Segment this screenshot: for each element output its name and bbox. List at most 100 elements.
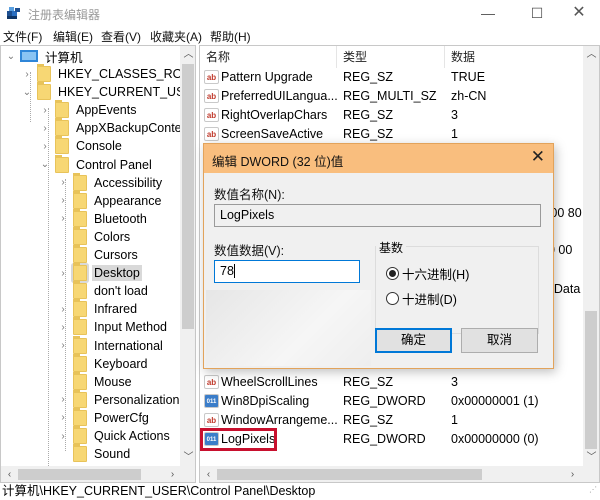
tree-item[interactable]: Sound: [57, 444, 132, 463]
tree-item[interactable]: › Infrared: [57, 299, 139, 318]
ok-button[interactable]: 确定: [375, 328, 452, 353]
maximize-button[interactable]: ☐: [514, 0, 560, 27]
tree-item[interactable]: › Appearance: [57, 190, 163, 210]
radio-decimal[interactable]: 十进制(D): [386, 289, 457, 308]
tree-item[interactable]: Keyboard: [57, 353, 150, 373]
tree-item-label: Quick Actions: [94, 429, 170, 443]
tree-scroll-thumb[interactable]: [182, 64, 194, 329]
tree-item-label: HKEY_CLASSES_ROOT: [58, 67, 196, 81]
value-type: REG_SZ: [343, 413, 394, 427]
tree-item[interactable]: › Input Method: [57, 317, 169, 336]
radio-checked-icon[interactable]: [386, 267, 399, 280]
tree-item[interactable]: Colors: [57, 226, 132, 246]
value-row[interactable]: ab WheelScrollLines REG_SZ 3: [204, 373, 564, 392]
tree-item-label: HKEY_CURRENT_USER: [58, 85, 196, 100]
tree-horizontal-scrollbar[interactable]: ‹ ›: [1, 466, 195, 482]
chevron-right-icon[interactable]: ›: [57, 431, 69, 442]
value-data-label: 数值数据(V):: [214, 244, 285, 258]
value-data-input[interactable]: 78: [214, 260, 360, 283]
radio-unchecked-icon[interactable]: [386, 292, 399, 305]
reg-sz-icon: ab: [204, 127, 219, 141]
column-divider[interactable]: [336, 46, 337, 68]
chevron-right-icon[interactable]: ›: [57, 412, 69, 423]
tree-item[interactable]: › Bluetooth: [57, 208, 149, 228]
tree-item[interactable]: Cursors: [57, 245, 140, 264]
tree-item[interactable]: › International: [57, 335, 165, 355]
menu-file[interactable]: 文件(F): [3, 28, 42, 45]
scroll-left-arrow-icon[interactable]: ‹: [1, 466, 18, 482]
scroll-down-arrow-icon[interactable]: ﹀: [180, 449, 195, 466]
value-data: 0x00000001 (1): [451, 394, 539, 408]
column-header-type[interactable]: 类型: [343, 46, 367, 68]
chevron-right-icon[interactable]: ›: [39, 123, 51, 134]
scroll-up-arrow-icon[interactable]: ︿: [583, 46, 599, 63]
value-row[interactable]: ab PreferredUILangua... REG_MULTI_SZ zh-CN: [204, 87, 564, 106]
text-caret: [233, 264, 235, 278]
cancel-button[interactable]: 取消: [461, 328, 538, 353]
dialog-title-bar[interactable]: 编辑 DWORD (32 位)值 ✕: [204, 144, 553, 173]
list-horizontal-scrollbar[interactable]: ‹ ›: [200, 466, 599, 482]
chevron-right-icon[interactable]: ›: [21, 69, 33, 80]
tree-item-computer[interactable]: ⌄ 计算机: [5, 47, 85, 65]
list-vertical-scrollbar[interactable]: ︿ ﹀: [583, 46, 599, 466]
chevron-right-icon[interactable]: ›: [39, 105, 51, 116]
tree-item[interactable]: › Console: [39, 136, 124, 155]
scroll-right-arrow-icon[interactable]: ›: [564, 466, 581, 482]
tree-item[interactable]: › Quick Actions: [57, 426, 172, 445]
tree-item[interactable]: ⌄ HKEY_CURRENT_USER: [21, 82, 196, 101]
chevron-down-icon[interactable]: ⌄: [5, 51, 17, 62]
tree-item[interactable]: › Personalization: [57, 389, 181, 409]
list-scroll-thumb[interactable]: [585, 311, 597, 449]
tree-item[interactable]: › AppEvents: [39, 100, 138, 119]
chevron-down-icon[interactable]: ⌄: [21, 87, 33, 98]
tree-item[interactable]: › HKEY_CLASSES_ROOT: [21, 64, 196, 83]
value-data: 1: [451, 127, 458, 141]
chevron-right-icon[interactable]: ›: [57, 177, 69, 188]
menu-favorites[interactable]: 收藏夹(A): [150, 28, 202, 45]
chevron-right-icon[interactable]: ›: [39, 141, 51, 152]
base-group-label: 基数: [376, 239, 407, 256]
tree-item[interactable]: › PowerCfg: [57, 407, 151, 427]
scroll-up-arrow-icon[interactable]: ︿: [180, 46, 195, 63]
scroll-down-arrow-icon[interactable]: ﹀: [583, 449, 599, 466]
tree-item[interactable]: › AppXBackupConter: [39, 118, 188, 137]
folder-icon: [73, 407, 87, 426]
value-row[interactable]: ab RightOverlapChars REG_SZ 3: [204, 106, 564, 125]
menu-help[interactable]: 帮助(H): [210, 28, 251, 45]
value-name-field[interactable]: LogPixels: [214, 204, 541, 227]
tree-item[interactable]: Mouse: [57, 371, 134, 391]
value-row[interactable]: ab ScreenSaveActive REG_SZ 1: [204, 125, 564, 144]
chevron-right-icon[interactable]: ›: [57, 304, 69, 315]
value-row[interactable]: 011 Win8DpiScaling REG_DWORD 0x00000001 (1): [204, 392, 564, 411]
list-hscroll-thumb[interactable]: [217, 469, 482, 480]
folder-icon: [55, 136, 69, 155]
tree-item[interactable]: › Desktop: [57, 263, 142, 282]
chevron-right-icon[interactable]: ›: [57, 322, 69, 333]
radio-hexadecimal[interactable]: 十六进制(H): [386, 264, 469, 283]
minimize-button[interactable]: —: [465, 0, 511, 27]
scroll-left-arrow-icon[interactable]: ‹: [200, 466, 217, 482]
chevron-right-icon[interactable]: ›: [57, 340, 69, 351]
tree-item[interactable]: ⌄ Control Panel: [39, 154, 154, 174]
tree-vertical-scrollbar[interactable]: ︿ ﹀: [180, 46, 195, 466]
chevron-down-icon[interactable]: ⌄: [39, 159, 51, 170]
menu-view[interactable]: 查看(V): [101, 28, 141, 45]
chevron-right-icon[interactable]: ›: [57, 268, 69, 279]
close-button[interactable]: ✕: [556, 0, 600, 27]
value-row[interactable]: ab Pattern Upgrade REG_SZ TRUE: [204, 68, 564, 87]
dialog-close-icon[interactable]: ✕: [531, 147, 545, 167]
tree-hscroll-thumb[interactable]: [18, 469, 141, 480]
scroll-right-arrow-icon[interactable]: ›: [164, 466, 181, 482]
resize-grip-icon[interactable]: ⋰: [589, 481, 597, 498]
menu-edit[interactable]: 编辑(E): [53, 28, 93, 45]
tree-item[interactable]: › Accessibility: [57, 172, 164, 192]
column-header-name[interactable]: 名称: [206, 46, 230, 68]
column-header-data[interactable]: 数据: [451, 46, 475, 68]
column-divider[interactable]: [444, 46, 445, 68]
chevron-right-icon[interactable]: ›: [57, 394, 69, 405]
chevron-right-icon[interactable]: ›: [57, 195, 69, 206]
chevron-right-icon[interactable]: ›: [57, 213, 69, 224]
folder-icon: [55, 118, 69, 137]
tree-item-label: Colors: [94, 229, 131, 244]
tree-item[interactable]: don't load: [57, 281, 150, 300]
